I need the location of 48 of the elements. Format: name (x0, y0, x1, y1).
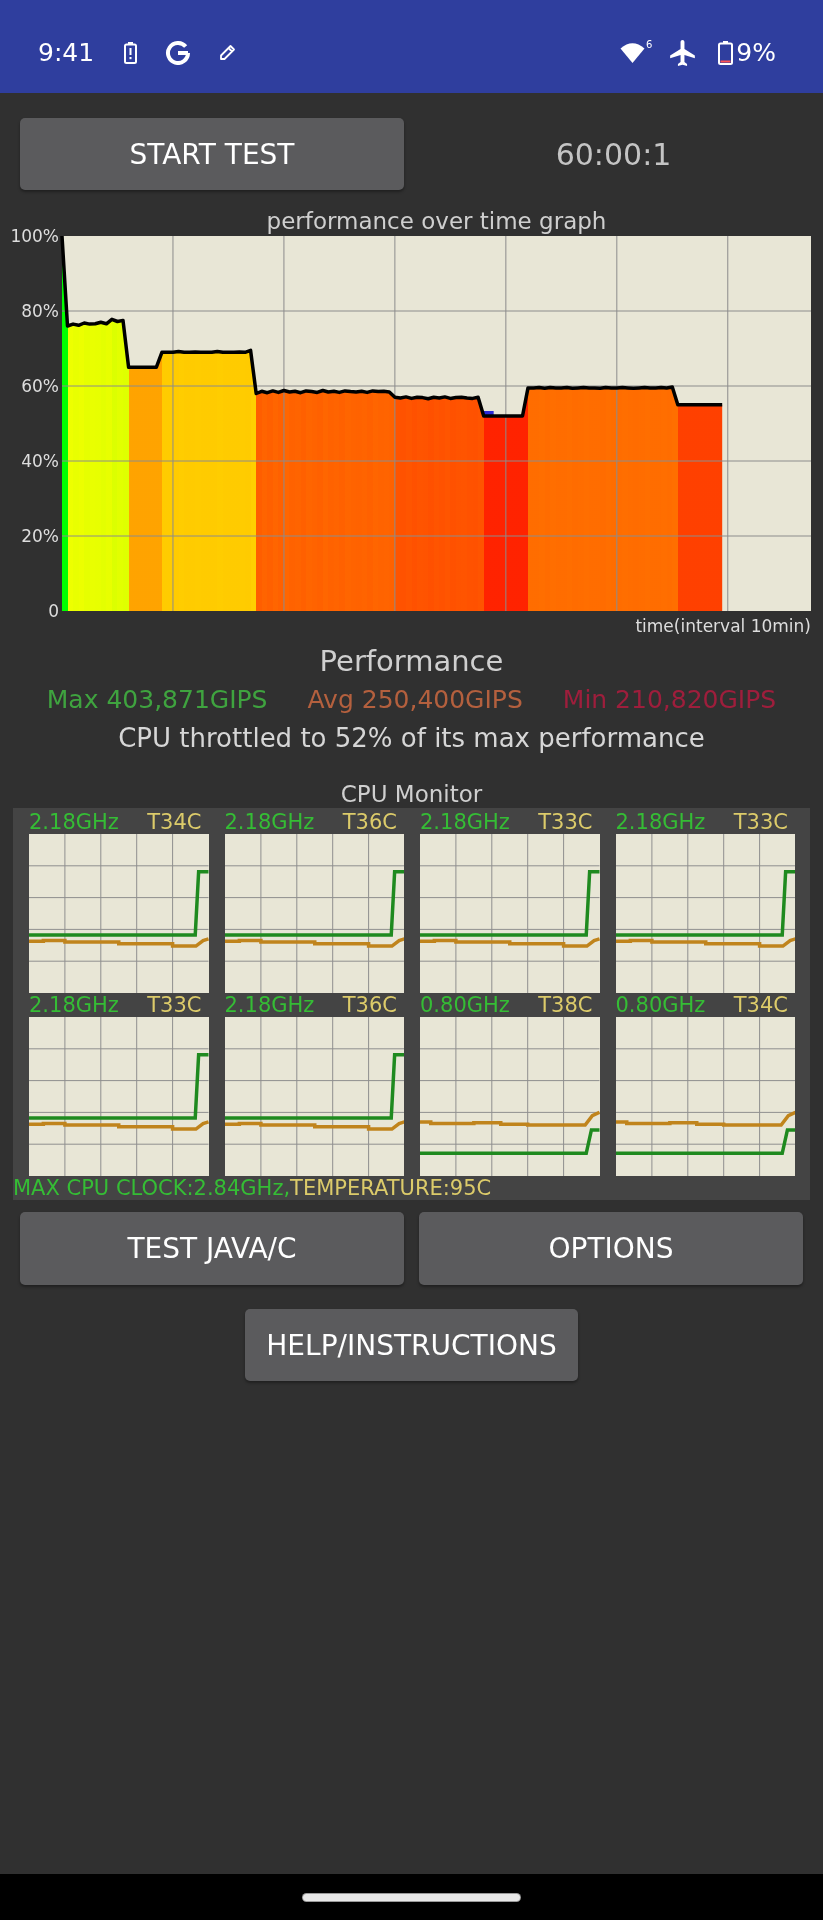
core-frequency: 2.18GHz (420, 810, 510, 834)
core-temperature: T36C (342, 810, 397, 834)
battery-saver-icon (124, 41, 138, 64)
core-frequency: 0.80GHz (420, 993, 510, 1017)
status-time: 9:41 (38, 38, 95, 67)
max-temperature-text: TEMPERATURE:95C (290, 1176, 492, 1200)
timer-text: 60:00:1 (555, 136, 672, 172)
core-frequency: 2.18GHz (224, 810, 315, 834)
performance-stat: Min 210,820GIPS (562, 685, 777, 715)
x-axis-label: time(interval 10min) (635, 616, 811, 636)
core-frequency: 2.18GHz (29, 810, 119, 834)
options-button[interactable]: OPTIONS (419, 1212, 803, 1285)
throttle-summary: CPU throttled to 52% of its max performance (118, 722, 705, 754)
cpu-monitor-title: CPU Monitor (340, 780, 483, 808)
battery-icon (718, 40, 734, 65)
g-icon (165, 40, 192, 65)
y-axis-label: 20% (21, 526, 59, 546)
core-temperature: T33C (538, 810, 593, 834)
core-temperature: T34C (147, 810, 202, 834)
y-axis-label: 60% (21, 376, 59, 396)
help-button[interactable]: HELP/INSTRUCTIONS (245, 1309, 578, 1381)
pencil-icon (219, 44, 237, 61)
wifi-icon (619, 42, 645, 63)
minimum-marker (483, 411, 494, 415)
core-temperature: T33C (733, 810, 788, 834)
max-clock-text: MAX CPU CLOCK:2.84GHz, (13, 1176, 291, 1200)
airplane-icon (670, 39, 696, 66)
core-temperature: T38C (538, 993, 593, 1017)
core-temperature: T36C (342, 993, 397, 1017)
wifi-standard-label: 6 (645, 40, 653, 50)
core-frequency: 0.80GHz (615, 993, 706, 1017)
performance-title: Performance (319, 644, 504, 678)
core-temperature: T33C (147, 993, 202, 1017)
core-frequency: 2.18GHz (615, 810, 706, 834)
y-axis-label: 80% (21, 301, 59, 321)
core-temperature: T34C (733, 993, 788, 1017)
home-handle[interactable] (303, 1893, 520, 1901)
chart-title: performance over time graph (266, 208, 607, 234)
start-test-button[interactable]: START TEST (20, 118, 404, 190)
y-axis-label: 0 (48, 601, 59, 621)
test-java-c-button[interactable]: TEST JAVA/C (20, 1212, 404, 1285)
core-frequency: 2.18GHz (29, 993, 119, 1017)
performance-stat: Max 403,871GIPS (46, 685, 268, 715)
y-axis-label: 100% (10, 226, 59, 246)
y-axis-label: 40% (21, 451, 59, 471)
battery-percent: 9% (736, 38, 776, 67)
core-frequency: 2.18GHz (224, 993, 315, 1017)
performance-stat: Avg 250,400GIPS (307, 685, 523, 715)
